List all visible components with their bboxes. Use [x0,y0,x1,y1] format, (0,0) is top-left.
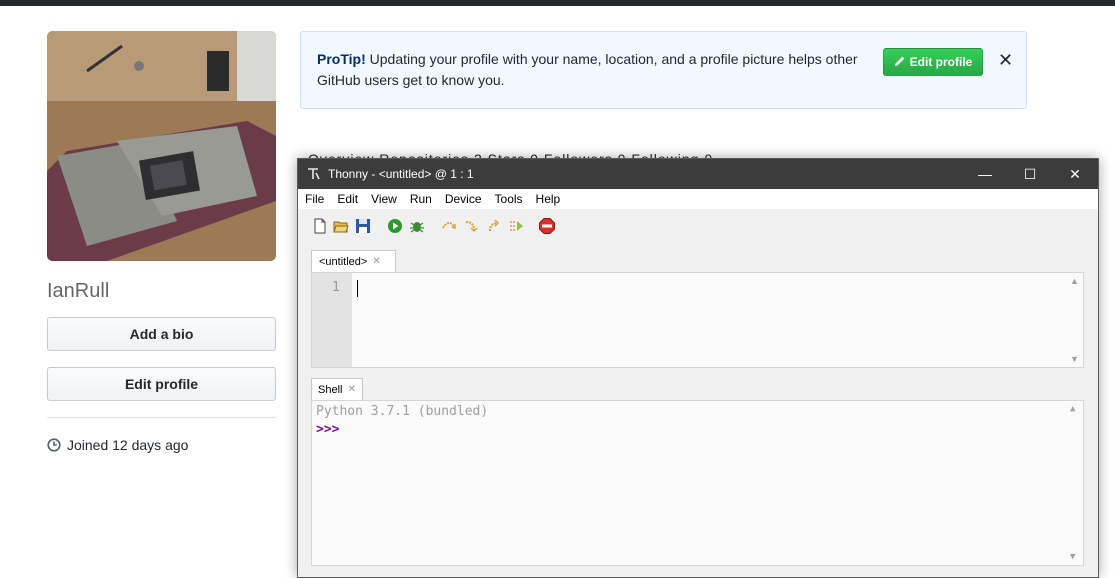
menu-bar: File Edit View Run Device Tools Help [298,189,1098,209]
resume-icon[interactable] [508,218,524,234]
thonny-app-icon [307,167,321,181]
joined-info: Joined 12 days ago [47,437,188,453]
thonny-titlebar[interactable]: Thonny - <untitled> @ 1 : 1 — ☐ ✕ [298,159,1098,189]
thonny-window: Thonny - <untitled> @ 1 : 1 — ☐ ✕ File E… [297,158,1099,578]
shell-scrollbar[interactable]: ▲ ▼ [1066,401,1083,565]
protip-banner: ProTip! Updating your profile with your … [300,31,1027,109]
pencil-icon [894,55,906,70]
line-number: 1 [332,280,340,295]
line-number-gutter: 1 [312,273,352,367]
github-header-bar [0,0,1115,6]
close-icon[interactable]: ✕ [998,50,1013,71]
stop-icon[interactable] [539,218,555,234]
protip-lead: ProTip! [317,51,366,67]
menu-file[interactable]: File [305,192,324,206]
menu-view[interactable]: View [371,192,397,206]
protip-edit-profile-label: Edit profile [909,55,973,69]
open-file-icon[interactable] [333,218,349,234]
step-over-icon[interactable] [441,218,457,234]
minimize-icon[interactable]: — [962,159,1008,189]
profile-username: IanRull [47,280,110,302]
menu-device[interactable]: Device [445,192,482,206]
shell-banner: Python 3.7.1 (bundled) [316,404,489,419]
shell-tab-label: Shell [318,383,343,396]
clock-icon [47,438,61,452]
close-tab-icon[interactable]: ✕ [372,256,380,267]
close-window-icon[interactable]: ✕ [1052,159,1098,189]
scroll-up-icon[interactable]: ▲ [1070,276,1079,286]
close-shell-tab-icon[interactable]: ✕ [347,384,355,395]
joined-text: Joined 12 days ago [67,437,189,453]
tab-shell[interactable]: Shell ✕ [311,378,363,400]
shell-console[interactable]: Python 3.7.1 (bundled) >>> ▲ ▼ [311,400,1084,566]
avatar[interactable] [47,31,276,261]
menu-tools[interactable]: Tools [495,192,523,206]
shell-prompt: >>> [316,422,340,437]
add-bio-button[interactable]: Add a bio [47,317,276,351]
new-file-icon[interactable] [312,218,328,234]
edit-profile-button[interactable]: Edit profile [47,367,276,401]
editor-tab-label: <untitled> [319,255,368,268]
menu-help[interactable]: Help [536,192,561,206]
toolbar [298,209,1098,243]
maximize-icon[interactable]: ☐ [1007,159,1053,189]
sidebar-divider [47,417,276,418]
scroll-down-icon[interactable]: ▼ [1070,354,1079,364]
protip-body: Updating your profile with your name, lo… [317,51,858,88]
protip-edit-profile-button[interactable]: Edit profile [883,48,983,76]
step-out-icon[interactable] [486,218,502,234]
save-icon[interactable] [355,218,371,234]
protip-text: ProTip! Updating your profile with your … [317,49,877,91]
shell-scroll-up-icon[interactable]: ▲ [1070,404,1075,414]
step-into-icon[interactable] [464,218,480,234]
window-title: Thonny - <untitled> @ 1 : 1 [328,167,474,181]
tab-untitled[interactable]: <untitled> ✕ [311,250,396,272]
menu-edit[interactable]: Edit [337,192,358,206]
text-cursor [357,280,358,297]
debug-icon[interactable] [409,218,425,234]
editor-scrollbar[interactable]: ▲ ▼ [1066,273,1083,367]
code-editor[interactable]: 1 ▲ ▼ [311,272,1084,368]
run-icon[interactable] [387,218,403,234]
shell-scroll-down-icon[interactable]: ▼ [1070,552,1075,562]
menu-run[interactable]: Run [410,192,432,206]
